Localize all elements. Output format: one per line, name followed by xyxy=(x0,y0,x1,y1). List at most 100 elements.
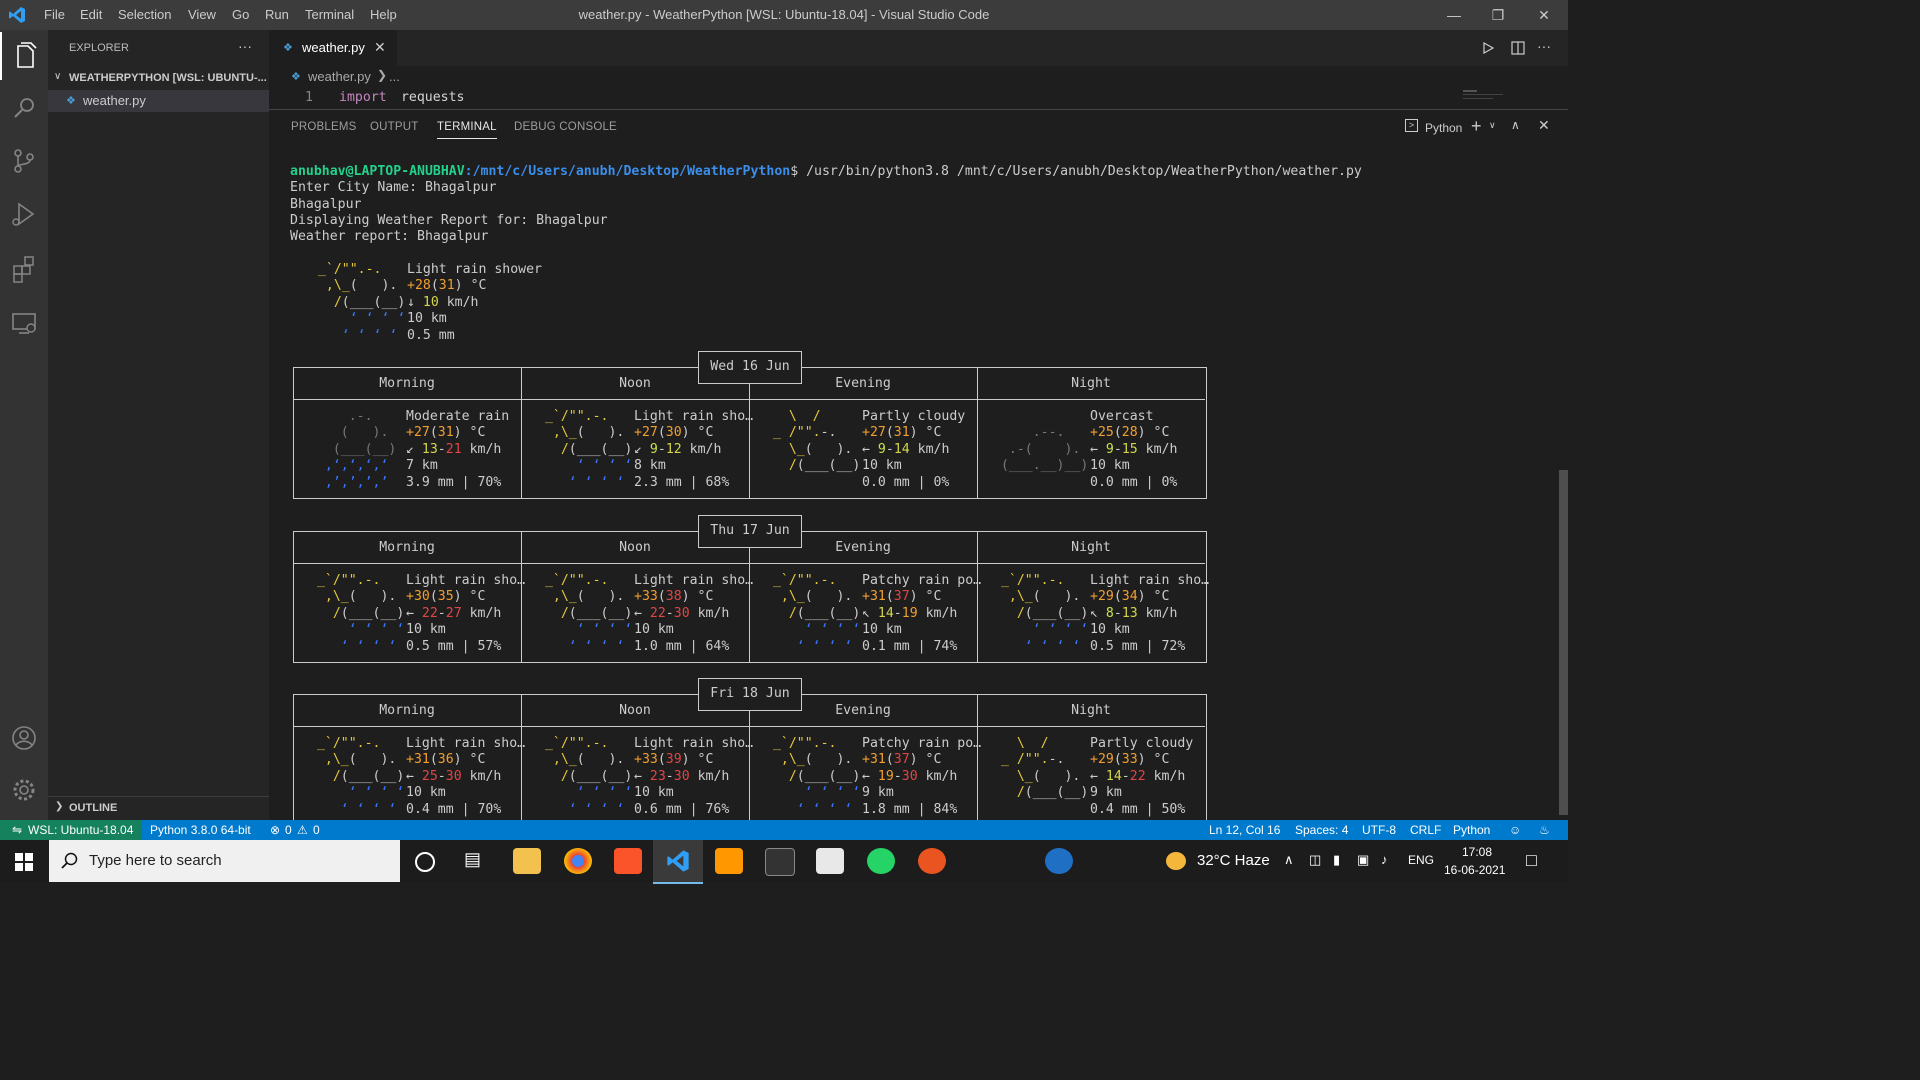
run-file-icon[interactable] xyxy=(1482,42,1494,54)
code-text: requests xyxy=(393,90,465,105)
indentation[interactable]: Spaces: 4 xyxy=(1295,823,1348,837)
visibility: 10 km xyxy=(406,785,446,801)
error-count[interactable]: 0 xyxy=(285,823,292,837)
temperature: +27 xyxy=(634,425,658,441)
brave-icon[interactable] xyxy=(614,848,642,874)
weather-art-icon: _`/"".-. ,\_( ). /(___(__) ‘ ‘ ‘ ‘ ‘ ‘ ‘… xyxy=(309,736,413,817)
wind-direction: ↙ xyxy=(634,441,642,457)
sublime-text-icon[interactable] xyxy=(715,848,743,874)
feedback-icon[interactable]: ☺ xyxy=(1509,823,1521,837)
accounts-icon[interactable] xyxy=(0,714,48,762)
new-terminal-icon[interactable]: + xyxy=(1471,116,1482,137)
tab-weather-py[interactable]: ❖ weather.py ✕ xyxy=(269,30,397,66)
chevron-right-icon: ❯ xyxy=(377,68,388,82)
precipitation: 0.4 mm | 50% xyxy=(1090,801,1186,817)
current-feels: 31 xyxy=(438,278,455,294)
close-panel-icon[interactable]: ✕ xyxy=(1538,117,1550,134)
chrome-icon[interactable] xyxy=(564,848,592,874)
breadcrumb-symbol[interactable]: ... xyxy=(389,69,400,84)
condition-text: Overcast xyxy=(1090,409,1154,424)
run-debug-icon[interactable] xyxy=(0,190,48,238)
remote-indicator[interactable]: ⇋ WSL: Ubuntu-18.04 xyxy=(0,820,142,840)
taskbar-search-box[interactable]: Type here to search xyxy=(49,840,400,882)
clock-time[interactable]: 17:08 xyxy=(1462,845,1492,859)
period-header: Night xyxy=(1071,540,1111,555)
input-language[interactable]: ENG xyxy=(1408,853,1434,867)
encoding[interactable]: UTF-8 xyxy=(1362,823,1396,837)
tab-problems[interactable]: PROBLEMS xyxy=(291,121,357,133)
minimize-button[interactable]: — xyxy=(1434,4,1474,26)
display-icon[interactable]: ▣ xyxy=(1357,852,1369,868)
file-explorer-icon[interactable] xyxy=(513,848,541,874)
ubuntu-icon[interactable] xyxy=(918,848,946,874)
code-editor[interactable]: 1 import requests xyxy=(269,88,1568,108)
cursor-position[interactable]: Ln 12, Col 16 xyxy=(1209,823,1280,837)
cortana-icon[interactable] xyxy=(415,852,435,872)
store-icon[interactable] xyxy=(816,848,844,874)
volume-icon[interactable]: ♪ xyxy=(1381,852,1388,867)
terminal-scrollbar[interactable] xyxy=(1559,470,1568,815)
windows-start-icon[interactable] xyxy=(15,853,33,871)
wind-min: 14 xyxy=(1105,768,1122,784)
terminal-app-icon[interactable] xyxy=(765,848,795,876)
vscode-taskbar-button[interactable] xyxy=(653,840,703,884)
tab-output[interactable]: OUTPUT xyxy=(370,121,418,133)
precipitation: 3.9 mm | 70% xyxy=(406,474,502,490)
visibility: 10 km xyxy=(406,622,446,638)
terminal-line: Enter City Name: Bhagalpur xyxy=(290,180,497,195)
network-icon[interactable]: ◫ xyxy=(1309,852,1321,868)
wind-direction: ← xyxy=(1090,768,1098,784)
restore-button[interactable]: ❐ xyxy=(1478,4,1518,26)
line-ending[interactable]: CRLF xyxy=(1410,823,1441,837)
condition-text: Partly cloudy xyxy=(1090,736,1194,751)
tab-debug-console[interactable]: DEBUG CONSOLE xyxy=(514,121,617,133)
maximize-panel-icon[interactable]: ∧ xyxy=(1511,118,1520,132)
feels-like: 38 xyxy=(665,589,682,605)
outline-section[interactable]: ❯ OUTLINE xyxy=(48,796,269,821)
whatsapp-icon[interactable] xyxy=(867,848,895,874)
source-control-icon[interactable] xyxy=(0,137,48,185)
settings-gear-icon[interactable] xyxy=(0,766,48,814)
python-file-icon: ❖ xyxy=(283,42,293,54)
language-mode[interactable]: Python xyxy=(1453,823,1490,837)
period-header: Morning xyxy=(379,540,435,555)
workspace-folder[interactable]: ∨ WEATHERPYTHON [WSL: UBUNTU-... xyxy=(48,68,269,90)
help-icon[interactable] xyxy=(1045,848,1073,874)
close-window-button[interactable]: ✕ xyxy=(1524,4,1564,26)
tab-terminal[interactable]: TERMINAL xyxy=(437,121,497,139)
search-icon[interactable] xyxy=(0,84,48,132)
notifications-bell-icon[interactable]: ♨ xyxy=(1539,823,1550,837)
condition-text: Patchy rain po… xyxy=(862,736,982,751)
extensions-icon[interactable] xyxy=(0,244,48,292)
close-tab-icon[interactable]: ✕ xyxy=(374,39,386,56)
weather-text[interactable]: 32°C Haze xyxy=(1197,852,1270,869)
terminal-shell-selector[interactable]: > Python xyxy=(1405,119,1465,137)
clock-date[interactable]: 16-06-2021 xyxy=(1444,863,1505,877)
breadcrumb-file[interactable]: weather.py xyxy=(308,69,371,84)
explorer-icon[interactable] xyxy=(0,32,50,80)
prompt-user: anubhav@LAPTOP-ANUBHAV xyxy=(290,164,465,179)
notification-center-icon[interactable]: □ xyxy=(1526,850,1537,871)
wind-direction: ↙ xyxy=(406,441,414,457)
editor-more-icon[interactable]: ··· xyxy=(1537,38,1551,54)
visibility: 7 km xyxy=(406,458,438,474)
explorer-more-button[interactable]: ··· xyxy=(238,38,252,54)
file-item-weather[interactable]: ❖ weather.py xyxy=(48,90,269,112)
search-placeholder: Type here to search xyxy=(89,852,222,869)
chevron-down-icon[interactable]: ∨ xyxy=(1489,120,1496,131)
minimap[interactable] xyxy=(1459,88,1529,108)
split-editor-icon[interactable] xyxy=(1511,41,1525,55)
current-weather-details: Light rain shower +28(31) °C ↓ 10 km/h 1… xyxy=(407,262,542,343)
battery-icon[interactable]: ▮ xyxy=(1333,852,1340,868)
remote-explorer-icon[interactable] xyxy=(0,298,48,346)
vscode-icon xyxy=(667,850,689,872)
wind-min: 13 xyxy=(421,441,438,457)
remote-label: WSL: Ubuntu-18.04 xyxy=(28,823,134,837)
code-keyword: import xyxy=(339,90,387,105)
task-view-icon[interactable]: ▤ xyxy=(464,849,481,870)
tray-chevron-icon[interactable]: ∧ xyxy=(1284,852,1294,868)
warning-count[interactable]: 0 xyxy=(313,823,320,837)
wind-max: 22 xyxy=(1129,768,1146,784)
python-interpreter[interactable]: Python 3.8.0 64-bit xyxy=(150,823,251,837)
wind-direction: ↖ xyxy=(862,605,870,621)
